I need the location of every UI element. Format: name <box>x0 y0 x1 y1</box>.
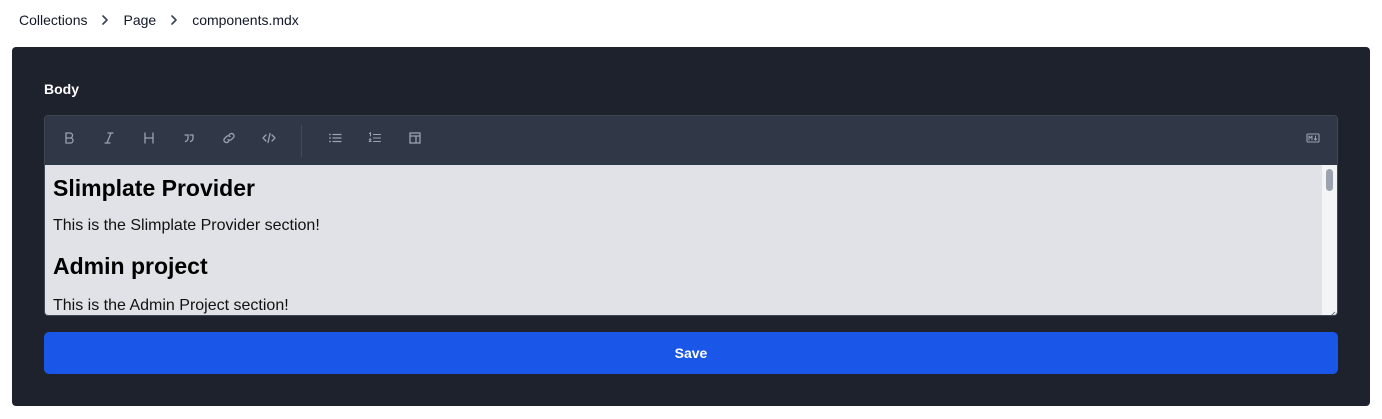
breadcrumb-item-page[interactable]: Page <box>123 12 156 28</box>
content-heading: Slimplate Provider <box>53 175 255 201</box>
table-button[interactable] <box>395 121 435 161</box>
content-heading: Admin project <box>53 253 208 279</box>
resize-handle-icon[interactable] <box>1328 306 1336 315</box>
chevron-right-icon <box>156 14 192 26</box>
quote-button[interactable] <box>169 121 209 161</box>
editor-scrollbar[interactable] <box>1322 165 1337 315</box>
bold-button[interactable] <box>49 121 89 161</box>
scrollbar-thumb[interactable] <box>1326 169 1333 191</box>
bold-icon <box>62 131 76 150</box>
editor-toolbar <box>45 116 1337 165</box>
code-button[interactable] <box>249 121 289 161</box>
breadcrumb-item-collections[interactable]: Collections <box>19 12 87 28</box>
link-icon <box>222 131 236 150</box>
chevron-right-icon <box>87 14 123 26</box>
italic-icon <box>102 131 116 150</box>
ordered-list-button[interactable] <box>355 121 395 161</box>
editor-card: Body Slimplate Provider This is the Slim… <box>12 47 1370 406</box>
bullet-list-icon <box>328 131 342 150</box>
content-paragraph: This is the Slimplate Provider section! <box>53 217 320 234</box>
markdown-editor: Slimplate Provider This is the Slimplate… <box>44 115 1338 316</box>
editor-content-area[interactable]: Slimplate Provider This is the Slimplate… <box>45 165 1323 315</box>
link-button[interactable] <box>209 121 249 161</box>
quote-icon <box>182 131 196 150</box>
heading-button[interactable] <box>129 121 169 161</box>
code-icon <box>262 131 276 150</box>
content-paragraph: This is the Admin Project section! <box>53 297 289 314</box>
table-icon <box>408 131 422 150</box>
bullet-list-button[interactable] <box>315 121 355 161</box>
markdown-mode-button[interactable] <box>1293 120 1333 160</box>
save-button[interactable]: Save <box>44 332 1338 374</box>
italic-button[interactable] <box>89 121 129 161</box>
body-field-label: Body <box>44 81 79 97</box>
markdown-icon <box>1306 131 1320 150</box>
toolbar-divider <box>301 124 302 157</box>
breadcrumb-item-current-file: components.mdx <box>192 12 299 28</box>
ordered-list-icon <box>368 131 382 150</box>
breadcrumb: Collections Page components.mdx <box>19 9 299 31</box>
heading-icon <box>142 131 156 150</box>
